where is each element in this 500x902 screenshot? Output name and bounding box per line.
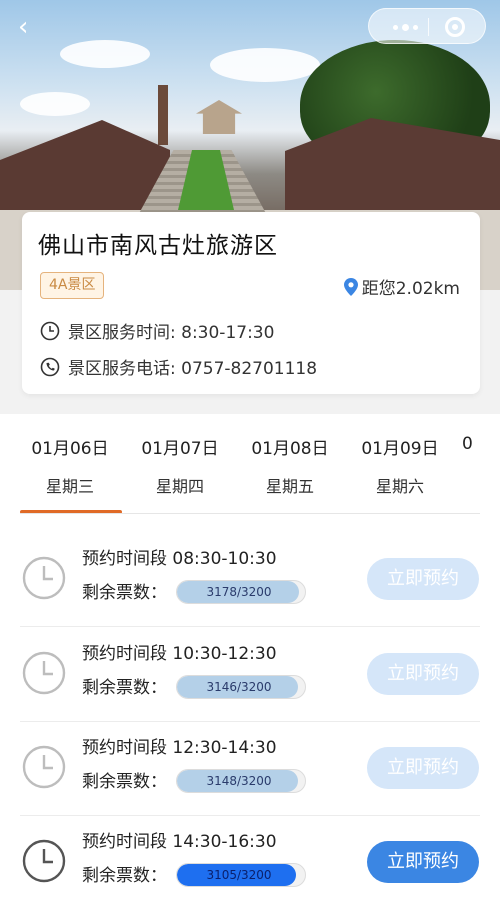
service-phone-row[interactable]: 景区服务电话: 0757-82701118 <box>40 354 317 379</box>
clock-icon <box>22 651 66 695</box>
ticket-progress-bar: 3178/3200 <box>176 580 306 604</box>
remaining-label: 剩余票数： <box>82 772 167 792</box>
remaining-label: 剩余票数： <box>82 678 167 698</box>
tab-weekday-label: 星期四 <box>155 477 204 496</box>
slot-time-label: 预约时间段 12:30-14:30 <box>82 738 277 758</box>
tab-date-label: 01月08日 <box>251 439 329 459</box>
more-icon[interactable] <box>385 17 425 37</box>
location-pin-icon <box>343 277 358 296</box>
tab-weekday-label: 星期六 <box>375 477 424 496</box>
ticket-progress-bar: 3146/3200 <box>176 675 306 699</box>
clock-icon <box>22 839 66 883</box>
tab-weekday-label: 星期五 <box>265 477 314 496</box>
tab-date-0109[interactable]: 01月09日 星期六 <box>350 434 450 497</box>
ticket-count: 3178/3200 <box>206 585 272 599</box>
tab-date-0106[interactable]: 01月06日 星期三 <box>20 434 120 497</box>
distance-info[interactable]: 距您2.02km <box>343 274 460 299</box>
time-slot: 预约时间段 08:30-10:30 剩余票数： 3178/3200 立即预约 <box>20 532 480 627</box>
tab-date-0107[interactable]: 01月07日 星期四 <box>130 434 230 497</box>
ticket-count: 3146/3200 <box>206 680 272 694</box>
phone-icon <box>40 357 60 376</box>
close-target-icon[interactable] <box>445 17 465 37</box>
book-now-button[interactable]: 立即预约 <box>367 653 479 695</box>
miniprogram-capsule <box>368 8 486 44</box>
time-slot: 预约时间段 14:30-16:30 剩余票数： 3105/3200 立即预约 <box>20 815 480 902</box>
ticket-count: 3148/3200 <box>206 774 272 788</box>
tab-date-0108[interactable]: 01月08日 星期五 <box>240 434 340 497</box>
time-slot: 预约时间段 12:30-14:30 剩余票数： 3148/3200 立即预约 <box>20 721 480 816</box>
slot-time-label: 预约时间段 14:30-16:30 <box>82 832 277 852</box>
tab-date-label: 01月06日 <box>31 439 109 459</box>
service-hours-row: 景区服务时间: 8:30-17:30 <box>40 318 274 343</box>
booking-panel: 01月06日 星期三 01月07日 星期四 01月08日 星期五 01月09日 … <box>0 414 500 902</box>
slot-time-label: 预约时间段 10:30-12:30 <box>82 644 277 664</box>
level-badge: 4A景区 <box>40 272 105 299</box>
tab-date-label: 01月07日 <box>141 439 219 459</box>
book-now-button[interactable]: 立即预约 <box>367 558 479 600</box>
ticket-progress-bar: 3148/3200 <box>176 769 306 793</box>
slot-time-label: 预约时间段 08:30-10:30 <box>82 549 277 569</box>
tab-date-partial[interactable]: 0 <box>462 434 500 468</box>
service-hours-text: 景区服务时间: 8:30-17:30 <box>68 323 275 343</box>
scenic-info-card: 佛山市南风古灶旅游区 4A景区 距您2.02km 景区服务时间: 8:30-17… <box>22 212 480 394</box>
clock-icon <box>40 321 60 340</box>
remaining-label: 剩余票数： <box>82 583 167 603</box>
time-slot: 预约时间段 10:30-12:30 剩余票数： 3146/3200 立即预约 <box>20 627 480 722</box>
ticket-count: 3105/3200 <box>206 868 272 882</box>
remaining-label: 剩余票数： <box>82 866 167 886</box>
book-now-button[interactable]: 立即预约 <box>367 841 479 883</box>
ticket-progress-bar: 3105/3200 <box>176 863 306 887</box>
book-now-button[interactable]: 立即预约 <box>367 747 479 789</box>
tab-date-label: 0 <box>462 434 473 454</box>
distance-text: 距您2.02km <box>361 279 460 299</box>
scenic-name: 佛山市南风古灶旅游区 <box>38 233 278 259</box>
clock-icon <box>22 745 66 789</box>
service-phone-text: 景区服务电话: 0757-82701118 <box>68 359 318 379</box>
clock-icon <box>22 556 66 600</box>
date-tabs: 01月06日 星期三 01月07日 星期四 01月08日 星期五 01月09日 … <box>0 414 500 514</box>
tab-date-label: 01月09日 <box>361 439 439 459</box>
back-arrow-icon[interactable]: ‹ <box>18 12 48 42</box>
tab-weekday-label: 星期三 <box>45 477 94 496</box>
